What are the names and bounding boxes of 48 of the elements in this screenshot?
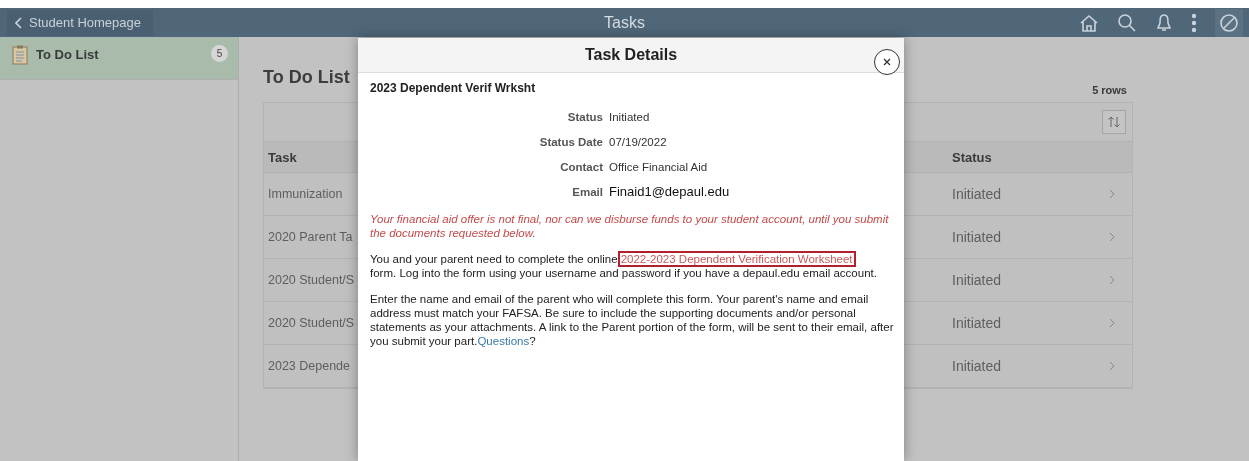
paragraph: Enter the name and email of the parent who will complete this form. Your parent's name and email address must match your FAFSA. Be sure to include the supporting documents and/or personal statements as your attachments. A link to the Parent portion of the form, will be sent to their email, after you submit your part.Questions? — [370, 292, 894, 348]
table-cell: 2020 Parent Ta — [268, 230, 353, 244]
bell-icon[interactable] — [1155, 12, 1173, 33]
clipboard-icon — [12, 45, 28, 65]
worksheet-link[interactable]: 2022-2023 Dependent Verification Worksheet — [617, 251, 856, 267]
field-value: 07/19/2022 — [609, 135, 667, 148]
table-cell: Initiated — [952, 272, 1002, 288]
more-icon[interactable] — [1191, 12, 1197, 33]
field-label: Email — [571, 185, 603, 198]
section-title: To Do List — [263, 67, 350, 88]
table-cell: 2023 Depende — [268, 359, 351, 373]
chevron-right-icon — [1109, 189, 1115, 199]
back-button[interactable]: Student Homepage — [7, 9, 154, 36]
paragraph: You and your parent need to complete the online 2022-2023 Dependent Verification Worksheet form. Log into the form using your username and password if you have a depaul.edu email account. — [370, 252, 878, 280]
home-icon[interactable] — [1079, 12, 1099, 33]
task-name: 2023 Dependent Verif Wrksht — [370, 81, 537, 95]
questions-link[interactable]: Questions — [477, 335, 530, 347]
field-label: Status Date — [538, 135, 603, 148]
table-cell: Initiated — [952, 229, 1002, 245]
sidebar-label: To Do List — [36, 47, 99, 62]
table-cell: Initiated — [952, 358, 1002, 374]
row-count: 5 rows — [1092, 84, 1127, 96]
field-value: Finaid1@depaul.edu — [609, 184, 730, 199]
page-title: Tasks — [604, 13, 645, 32]
count-badge: 5 — [211, 45, 228, 62]
table-cell: Initiated — [952, 186, 1002, 202]
table-cell: Immunization — [268, 187, 343, 201]
field-value: Initiated — [609, 110, 650, 123]
close-button[interactable] — [874, 49, 900, 75]
warning-text: Your financial aid offer is not final, nor can we disburse funds to your student account, until you submit the documents requested below. — [370, 212, 890, 240]
table-cell: Initiated — [952, 315, 1002, 331]
field-label: Contact — [559, 160, 603, 173]
close-icon — [883, 58, 891, 66]
chevron-left-icon — [15, 16, 23, 29]
chevron-right-icon — [1109, 275, 1115, 285]
sort-icon — [1107, 115, 1121, 129]
field-label: Status — [566, 110, 603, 123]
search-icon[interactable] — [1117, 12, 1137, 33]
sidebar-item[interactable]: To Do List 5 — [0, 37, 238, 80]
table-cell: 2020 Student/S — [268, 316, 355, 330]
chevron-right-icon — [1109, 318, 1115, 328]
chevron-right-icon — [1109, 232, 1115, 242]
field-value: Office Financial Aid — [609, 160, 708, 173]
chevron-right-icon — [1109, 361, 1115, 371]
dialog-title: Task Details — [584, 46, 678, 64]
column-header: Task — [268, 149, 297, 165]
table-cell: 2020 Student/S — [268, 273, 355, 287]
column-header: Status — [952, 149, 992, 165]
